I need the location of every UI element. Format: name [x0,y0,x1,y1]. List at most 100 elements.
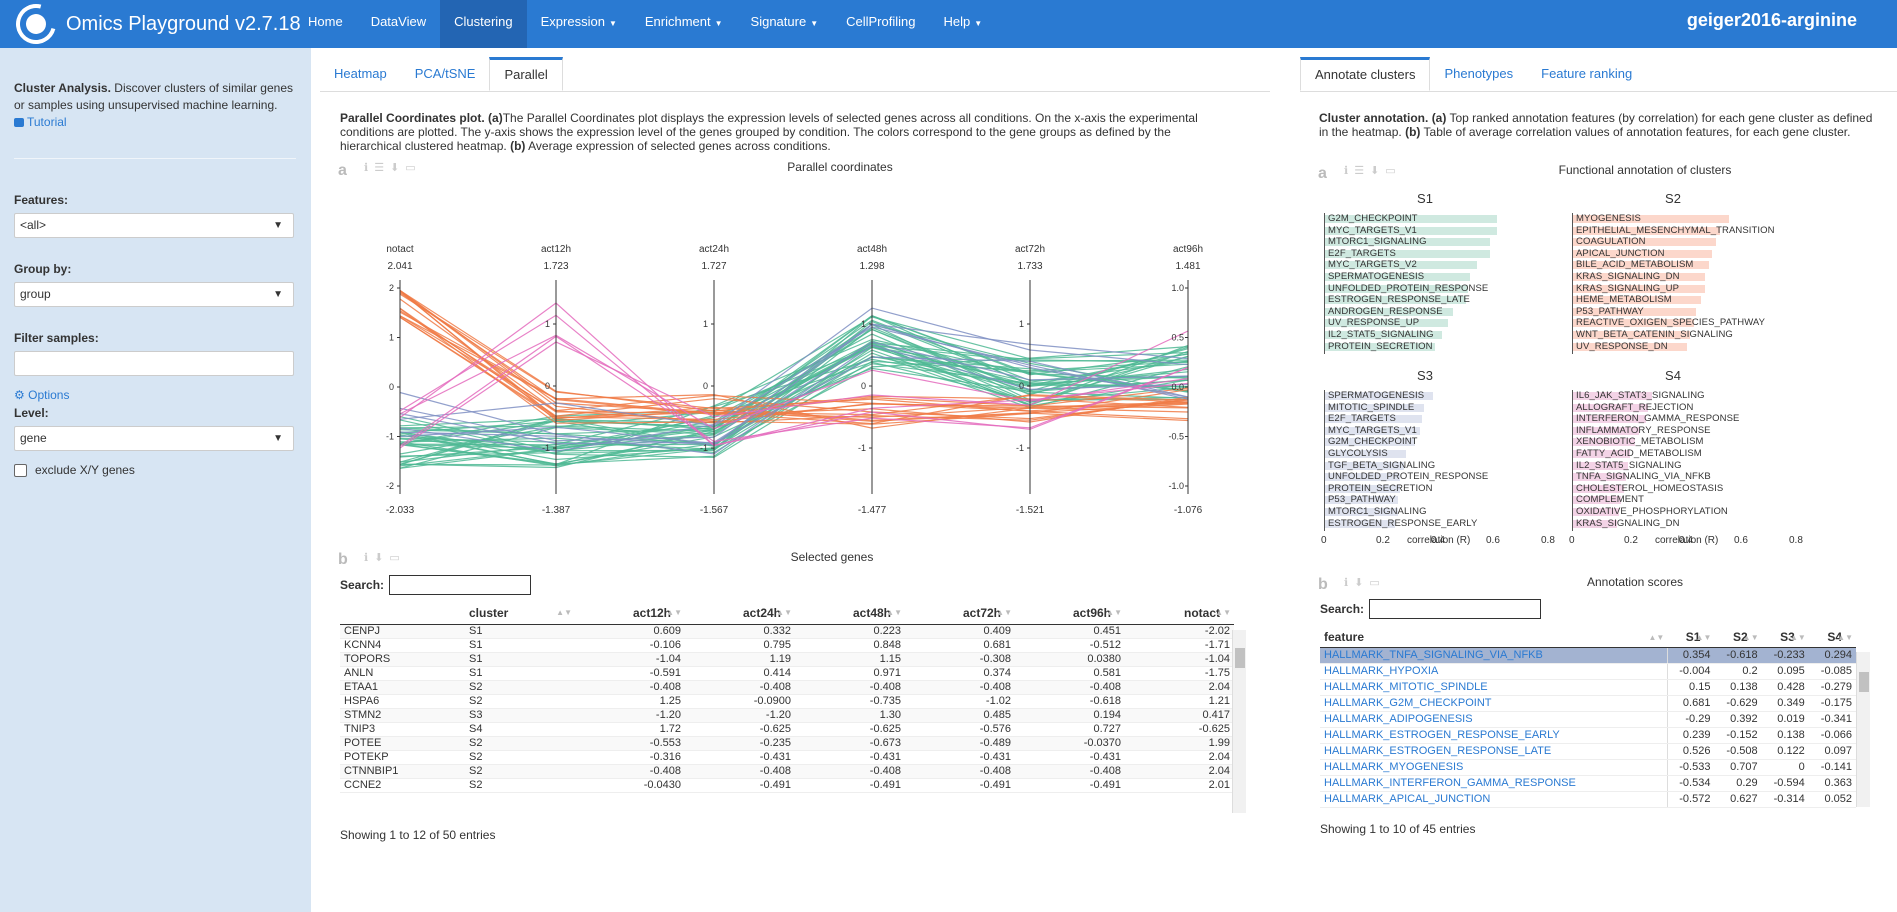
group-by-select[interactable]: group ▼ [14,282,294,307]
tab-annotate-clusters[interactable]: Annotate clusters [1300,57,1431,91]
nav-home[interactable]: Home [294,0,357,48]
column-header[interactable]: act72h ▲▼ [905,602,1015,625]
tab-pca-tsne[interactable]: PCA/tSNE [401,57,490,91]
column-header[interactable]: notact ▲▼ [1125,602,1234,625]
table-row[interactable]: CCNE2 S2 -0.0430 -0.491 -0.491 -0.491 -0.491 2.… [340,778,1234,793]
scroll-thumb[interactable] [1235,648,1245,668]
column-header[interactable]: cluster ▲▼ [465,602,575,625]
table-row[interactable]: STMN2 S3 -1.20 -1.20 1.30 0.485 0.194 0.417 [340,708,1234,723]
table-row[interactable]: ANLN S1 -0.591 0.414 0.971 0.374 0.581 -1.75 [340,666,1234,681]
table-row[interactable]: TNIP3 S4 1.72 -0.625 -0.625 -0.576 0.727 -0.625 [340,722,1234,737]
options-link[interactable]: ⚙ Options [14,388,297,402]
selected-search-input[interactable] [389,575,532,595]
column-header[interactable]: S4 ▲▼ [1808,627,1856,648]
table-row[interactable]: POTEE S2 -0.553 -0.235 -0.673 -0.489 -0.0370 1.… [340,736,1234,751]
feature-link[interactable]: HALLMARK_ADIPOGENESIS [1320,711,1668,728]
download-icon[interactable]: ⬇ [390,161,399,174]
nav-expression[interactable]: Expression ▼ [527,0,631,48]
nav-cellprofiling[interactable]: CellProfiling [832,0,929,48]
brand[interactable]: Omics Playground v2.7.18 [8,0,301,52]
column-header[interactable]: act24h ▲▼ [685,602,795,625]
download-icon[interactable]: ⬇ [1354,576,1363,589]
axis-max: 2.041 [387,261,412,272]
filter-samples-input[interactable] [14,351,294,376]
nav-signature[interactable]: Signature ▼ [737,0,833,48]
scores-table-scrollbar[interactable] [1856,652,1870,807]
fullscreen-icon[interactable]: ▭ [1385,164,1395,177]
tutorial-link[interactable]: Tutorial [14,115,67,129]
table-row[interactable]: HALLMARK_G2M_CHECKPOINT 0.681 -0.629 0.349-… [1320,695,1856,712]
axis-max: 1.298 [859,261,884,272]
table-row[interactable]: CTNNBIP1 S2 -0.408 -0.408 -0.408 -0.408 -0.408… [340,764,1234,779]
menu-icon[interactable]: ☰ [1354,164,1364,177]
table-row[interactable]: HALLMARK_MYOGENESIS -0.533 0.707 0 -0.141 [1320,759,1856,776]
feature-link[interactable]: HALLMARK_ESTROGEN_RESPONSE_LATE [1320,743,1668,760]
info-icon[interactable]: ℹ [1344,576,1348,589]
table-row[interactable]: HSPA6 S2 1.25 -0.0900 -0.735 -1.02 -0.618 1.21 [340,694,1234,709]
table-row[interactable]: HALLMARK_ADIPOGENESIS -0.29 0.392 0.019 -0.3… [1320,711,1856,728]
level-select[interactable]: gene ▼ [14,426,294,451]
features-select[interactable]: <all> ▼ [14,213,294,238]
column-header[interactable]: act12h ▲▼ [575,602,685,625]
table-row[interactable]: HALLMARK_APICAL_JUNCTION -0.572 0.627 -0.31… [1320,791,1856,808]
scroll-thumb[interactable] [1859,672,1869,692]
table-row[interactable]: ETAA1 S2 -0.408 -0.408 -0.408 -0.408 -0.408 2.0… [340,680,1234,695]
feature-link[interactable]: HALLMARK_MYOGENESIS [1320,759,1668,776]
column-header[interactable]: act96h ▲▼ [1015,602,1125,625]
nav-enrichment[interactable]: Enrichment ▼ [631,0,737,48]
nav-help[interactable]: Help ▼ [929,0,996,48]
tab-phenotypes[interactable]: Phenotypes [1430,57,1527,91]
column-header[interactable] [340,602,465,625]
menu-icon[interactable]: ☰ [374,161,384,174]
nav-clustering[interactable]: Clustering [440,0,527,48]
parallel-axis[interactable]: act48h 1.298 -1.477 1 0 -1 [857,244,887,516]
table-row[interactable]: HALLMARK_TNFA_SIGNALING_VIA_NFKB 0.354 -0.… [1320,647,1856,664]
download-icon[interactable]: ⬇ [1370,164,1379,177]
feature-link[interactable]: HALLMARK_INTERFERON_GAMMA_RESPONSE [1320,775,1668,792]
tab-parallel[interactable]: Parallel [489,57,563,91]
info-icon[interactable]: ℹ [1344,164,1348,177]
feature-link[interactable]: HALLMARK_MITOTIC_SPINDLE [1320,679,1668,696]
axis-tick: 0 [389,382,394,392]
table-row[interactable]: POTEKP S2 -0.316 -0.431 -0.431 -0.431 -0.431 2.… [340,750,1234,765]
axis-tick: -1 [386,432,394,442]
fullscreen-icon[interactable]: ▭ [1369,576,1379,589]
parallel-axis[interactable]: act24h 1.727 -1.567 1 0 -1 [699,244,729,516]
table-row[interactable]: HALLMARK_ESTROGEN_RESPONSE_LATE 0.526 -0.5… [1320,743,1856,760]
bar-row: KRAS_SIGNALING_DN [1573,271,1803,284]
feature-link[interactable]: HALLMARK_G2M_CHECKPOINT [1320,695,1668,712]
table-row[interactable]: KCNN4 S1 -0.106 0.795 0.848 0.681 -0.512 -1.71 [340,638,1234,653]
axis-min: -1.521 [1016,505,1045,516]
exclude-xy-checkbox[interactable] [14,463,27,477]
table-row[interactable]: HALLMARK_INTERFERON_GAMMA_RESPONSE -0.534… [1320,775,1856,792]
feature-link[interactable]: HALLMARK_TNFA_SIGNALING_VIA_NFKB [1320,647,1668,664]
column-header[interactable]: S3 ▲▼ [1761,627,1809,648]
info-icon[interactable]: ℹ [364,161,368,174]
column-header[interactable]: feature ▲▼ [1320,627,1668,648]
feature-link[interactable]: HALLMARK_HYPOXIA [1320,663,1668,680]
table-row[interactable]: CENPJ S1 0.609 0.332 0.223 0.409 0.451 -2.02 [340,624,1234,639]
table-row[interactable]: HALLMARK_ESTROGEN_RESPONSE_EARLY 0.239 -0.… [1320,727,1856,744]
table-cell: POTEKP [340,750,465,765]
scores-search-input[interactable] [1369,599,1542,619]
tab-heatmap[interactable]: Heatmap [320,57,401,91]
feature-link[interactable]: HALLMARK_ESTROGEN_RESPONSE_EARLY [1320,727,1668,744]
download-icon[interactable]: ⬇ [374,551,383,564]
table-row[interactable]: HALLMARK_MITOTIC_SPINDLE 0.15 0.138 0.428 -0… [1320,679,1856,696]
nav-dataview[interactable]: DataView [357,0,440,48]
parallel-axis[interactable]: act12h 1.723 -1.387 1 0 -1 [541,244,571,516]
fullscreen-icon[interactable]: ▭ [389,551,399,564]
column-header[interactable]: act48h ▲▼ [795,602,905,625]
bar-label: FATTY_ACID_METABOLISM [1576,447,1702,459]
selected-table-scrollbar[interactable] [1232,630,1246,813]
fullscreen-icon[interactable]: ▭ [405,161,415,174]
column-header[interactable]: S1 ▲▼ [1667,627,1715,648]
table-row[interactable]: TOPORS S1 -1.04 1.19 1.15 -0.308 0.0380 -1.04 [340,652,1234,667]
table-row[interactable]: HALLMARK_HYPOXIA -0.004 0.2 0.095 -0.085 [1320,663,1856,680]
column-header[interactable]: S2 ▲▼ [1714,627,1762,648]
tab-feature-ranking[interactable]: Feature ranking [1527,57,1646,91]
parallel-axis[interactable]: notact 2.041 -2.033 2 1 0 -1 -2 [386,244,415,516]
table-cell: -0.066 [1808,727,1856,744]
feature-link[interactable]: HALLMARK_APICAL_JUNCTION [1320,791,1668,808]
info-icon[interactable]: ℹ [364,551,368,564]
